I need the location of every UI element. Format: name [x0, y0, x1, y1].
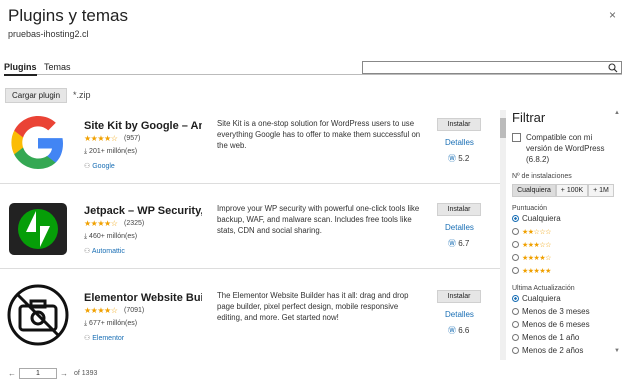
installs-filter-label: Nº de instalaciones [512, 173, 572, 180]
plugin-description: The Elementor Website Builder has it all… [217, 291, 409, 322]
wp-version: Ⓦ 6.6 [448, 326, 470, 335]
details-link[interactable]: Detalles [445, 138, 474, 147]
radio-icon[interactable] [512, 321, 519, 328]
installs-segmented: Cualquiera + 100K + 1M [512, 184, 620, 197]
tab-plugins[interactable]: Plugins [4, 62, 37, 76]
update-option-any[interactable]: Cualquiera [512, 292, 620, 305]
rating-option-any[interactable]: Cualquiera [512, 212, 620, 225]
install-button[interactable]: Instalar [437, 203, 481, 216]
wordpress-icon: Ⓦ [448, 239, 459, 248]
install-count: ⤓ 460+ millón(es) [84, 233, 138, 240]
compat-checkbox-row[interactable]: Compatible con mi versión de WordPress (… [512, 132, 620, 165]
installs-any-button[interactable]: Cualquiera [512, 184, 556, 197]
pagination: ← 1 → of 1393 [5, 368, 97, 379]
prev-page-icon[interactable]: ← [5, 369, 19, 378]
filter-scroll-up-icon[interactable]: ▲ [614, 110, 620, 116]
plugin-list-scrollbar[interactable] [500, 110, 506, 360]
page-input[interactable]: 1 [19, 368, 57, 379]
search-box [362, 61, 622, 78]
rating-option-3[interactable]: ★★★☆☆ [512, 238, 620, 251]
rating-stars: ★★★★☆ [84, 219, 118, 228]
filter-title: Filtrar [512, 110, 546, 125]
filter-scroll-down-icon[interactable]: ▼ [614, 348, 620, 354]
divider [0, 183, 500, 184]
rating-stars: ★★★★☆ [84, 306, 118, 315]
wp-version: Ⓦ 6.7 [448, 239, 470, 248]
install-count: ⤓ 677+ millón(es) [84, 320, 138, 327]
radio-icon[interactable] [512, 267, 519, 274]
search-input[interactable] [363, 67, 603, 78]
plugin-name[interactable]: Jetpack – WP Security, B... [84, 205, 202, 217]
update-option-2y[interactable]: Menos de 2 años [512, 344, 620, 357]
radio-icon[interactable] [512, 228, 519, 235]
plugin-author[interactable]: ⚇ Google [84, 162, 115, 170]
search-icon[interactable] [608, 63, 618, 73]
installs-1m-button[interactable]: + 1M [588, 184, 614, 197]
update-option-6m[interactable]: Menos de 6 meses [512, 318, 620, 331]
radio-selected-icon[interactable] [512, 215, 519, 222]
zip-label: *.zip [73, 90, 91, 100]
user-icon: ⚇ [84, 335, 93, 342]
rating-stars: ★★★★☆ [84, 134, 118, 143]
radio-icon[interactable] [512, 308, 519, 315]
plugin-card: Site Kit by Google – Anal... ★★★★☆ (957)… [0, 108, 500, 188]
rating-option-4[interactable]: ★★★★☆ [512, 251, 620, 264]
radio-selected-icon[interactable] [512, 295, 519, 302]
page-total: of 1393 [74, 370, 98, 377]
rating-count: (957) [124, 135, 141, 142]
wordpress-icon: Ⓦ [448, 154, 459, 163]
scrollbar-thumb[interactable] [500, 118, 506, 138]
plugin-list: Site Kit by Google – Anal... ★★★★☆ (957)… [0, 108, 502, 363]
plugin-description: Improve your WP security with powerful o… [217, 204, 420, 235]
wp-version: Ⓦ 5.2 [448, 154, 470, 163]
plugin-name[interactable]: Site Kit by Google – Anal... [84, 120, 202, 132]
radio-icon[interactable] [512, 347, 519, 354]
rating-count: (7091) [124, 307, 145, 314]
user-icon: ⚇ [84, 163, 93, 170]
wordpress-icon: Ⓦ [448, 326, 459, 335]
plugin-author[interactable]: ⚇ Automattic [84, 247, 125, 255]
rating-option-2[interactable]: ★★☆☆☆ [512, 225, 620, 238]
plugin-name[interactable]: Elementor Website Buil... [84, 292, 202, 304]
install-button[interactable]: Instalar [437, 118, 481, 131]
rating-option-5[interactable]: ★★★★★ [512, 264, 620, 277]
install-button[interactable]: Instalar [437, 290, 481, 303]
site-domain: pruebas-ihosting2.cl [8, 29, 89, 39]
radio-icon[interactable] [512, 241, 519, 248]
update-option-1y[interactable]: Menos de 1 año [512, 331, 620, 344]
plugin-description: Site Kit is a one-stop solution for Word… [217, 119, 421, 150]
plugin-author[interactable]: ⚇ Elementor [84, 334, 124, 342]
tab-temas[interactable]: Temas [44, 62, 71, 72]
rating-filter-label: Puntuación [512, 205, 548, 212]
jetpack-bolt-icon [9, 203, 67, 255]
dialog-title: Plugins y temas [8, 6, 128, 25]
install-count: ⤓ 201+ millón(es) [84, 148, 138, 155]
plugin-card: Elementor Website Buil... ★★★★☆ (7091) ⤓… [0, 280, 500, 360]
upload-plugin-button[interactable]: Cargar plugin [5, 88, 67, 103]
compat-label: Compatible con mi versión de WordPress (… [526, 133, 605, 164]
user-icon: ⚇ [84, 248, 92, 255]
google-g-icon [11, 116, 63, 169]
next-page-icon[interactable]: → [57, 369, 71, 378]
plugin-card: Jetpack – WP Security, B... ★★★★☆ (2325)… [0, 193, 500, 273]
details-link[interactable]: Detalles [445, 310, 474, 319]
close-icon[interactable]: × [609, 8, 616, 22]
divider [0, 268, 500, 269]
details-link[interactable]: Detalles [445, 223, 474, 232]
filter-panel: Filtrar Compatible con mi versión de Wor… [512, 110, 620, 357]
installs-100k-button[interactable]: + 100K [556, 184, 588, 197]
update-option-3m[interactable]: Menos de 3 meses [512, 305, 620, 318]
camera-off-icon [7, 284, 69, 346]
compat-checkbox[interactable] [512, 133, 521, 142]
radio-icon[interactable] [512, 334, 519, 341]
radio-icon[interactable] [512, 254, 519, 261]
rating-count: (2325) [124, 220, 145, 227]
update-filter-label: Ultima Actualización [512, 285, 575, 292]
